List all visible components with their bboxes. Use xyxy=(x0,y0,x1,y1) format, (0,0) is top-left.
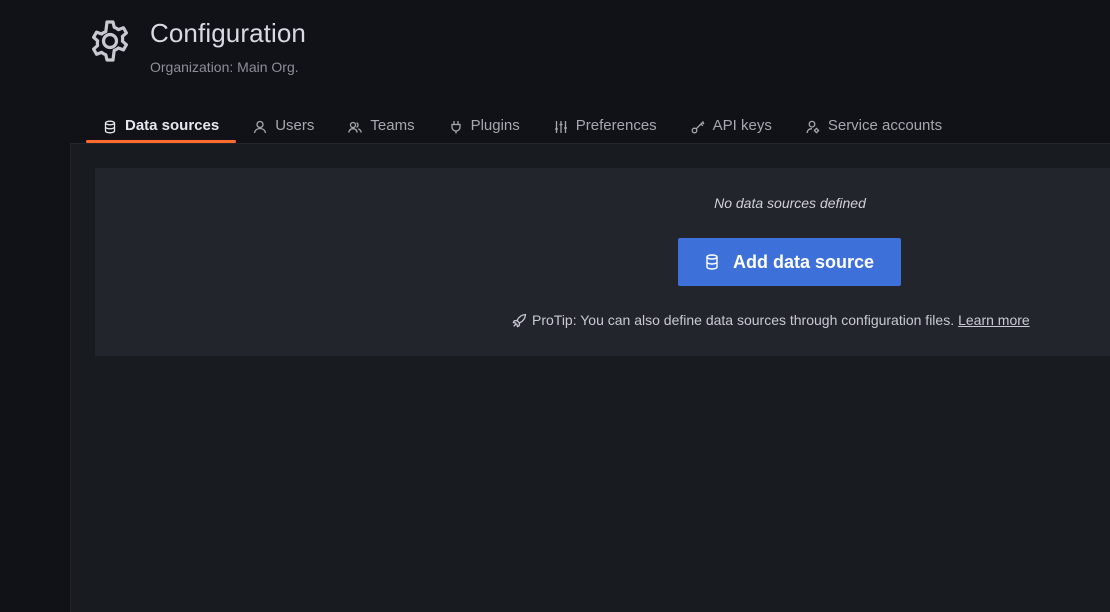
tab-api-keys[interactable]: API keys xyxy=(674,108,789,143)
rocket-icon xyxy=(512,313,527,328)
sliders-icon xyxy=(554,120,568,134)
database-icon xyxy=(103,120,117,134)
tab-plugins[interactable]: Plugins xyxy=(432,108,537,143)
gear-icon xyxy=(88,19,132,63)
user-cog-icon xyxy=(806,120,820,134)
users-icon xyxy=(348,120,363,134)
configuration-page: Configuration Organization: Main Org. Da… xyxy=(0,0,1110,612)
tab-label: API keys xyxy=(712,116,772,134)
page-title: Configuration xyxy=(150,18,306,48)
config-tabs: Data sources Users Teams Plugins Prefere… xyxy=(86,108,959,143)
add-data-source-button[interactable]: Add data source xyxy=(678,238,901,286)
database-icon xyxy=(705,254,719,270)
tab-users[interactable]: Users xyxy=(236,108,331,143)
tab-label: Data sources xyxy=(125,116,220,134)
tab-label: Users xyxy=(275,116,315,134)
page-header: Configuration Organization: Main Org. Da… xyxy=(0,0,1110,143)
plug-icon xyxy=(449,120,463,134)
learn-more-link[interactable]: Learn more xyxy=(958,312,1030,328)
tab-teams[interactable]: Teams xyxy=(331,108,431,143)
tab-label: Preferences xyxy=(575,116,657,134)
protip: ProTip: You can also define data sources… xyxy=(512,312,1030,328)
tab-label: Service accounts xyxy=(827,116,943,134)
page-subtitle: Organization: Main Org. xyxy=(150,59,299,75)
tab-label: Teams xyxy=(370,116,415,134)
user-icon xyxy=(253,120,267,134)
tab-label: Plugins xyxy=(470,116,520,134)
tab-data-sources[interactable]: Data sources xyxy=(86,108,237,143)
key-icon xyxy=(691,120,705,134)
tab-preferences[interactable]: Preferences xyxy=(537,108,674,143)
add-data-source-label: Add data source xyxy=(732,251,875,272)
tab-service-accounts[interactable]: Service accounts xyxy=(789,108,959,143)
empty-state-message: No data sources defined xyxy=(714,195,866,211)
protip-text: ProTip: You can also define data sources… xyxy=(532,312,955,328)
